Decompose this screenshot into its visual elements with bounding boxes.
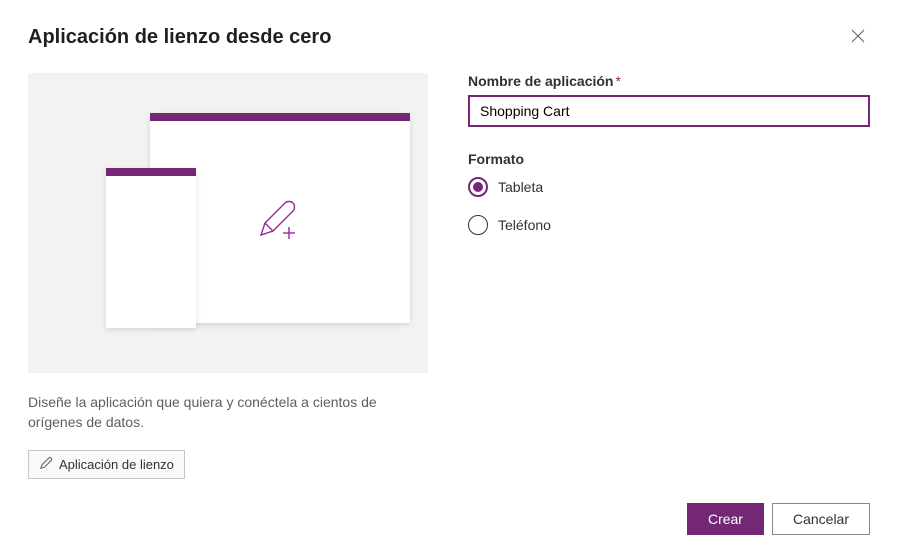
close-button[interactable] [846, 24, 870, 51]
format-option-tablet[interactable]: Tableta [468, 177, 870, 197]
radio-icon [468, 215, 488, 235]
required-asterisk: * [615, 73, 620, 89]
format-option-label: Tableta [498, 179, 543, 195]
pen-icon [39, 456, 53, 473]
dialog-title: Aplicación de lienzo desde cero [28, 26, 331, 49]
format-option-phone[interactable]: Teléfono [468, 215, 870, 235]
close-icon [850, 28, 866, 47]
create-button[interactable]: Crear [687, 503, 764, 535]
preview-illustration [28, 73, 428, 373]
radio-icon [468, 177, 488, 197]
phone-shape [106, 168, 196, 328]
preview-description: Diseñe la aplicación que quiera y conéct… [28, 393, 428, 432]
cancel-button[interactable]: Cancelar [772, 503, 870, 535]
format-option-label: Teléfono [498, 217, 551, 233]
app-name-label: Nombre de aplicación* [468, 73, 870, 89]
format-label: Formato [468, 151, 870, 167]
app-name-input[interactable] [468, 95, 870, 127]
app-type-tag[interactable]: Aplicación de lienzo [28, 450, 185, 479]
format-radio-group: Tableta Teléfono [468, 177, 870, 235]
pen-plus-icon [253, 195, 301, 248]
app-type-tag-label: Aplicación de lienzo [59, 457, 174, 472]
